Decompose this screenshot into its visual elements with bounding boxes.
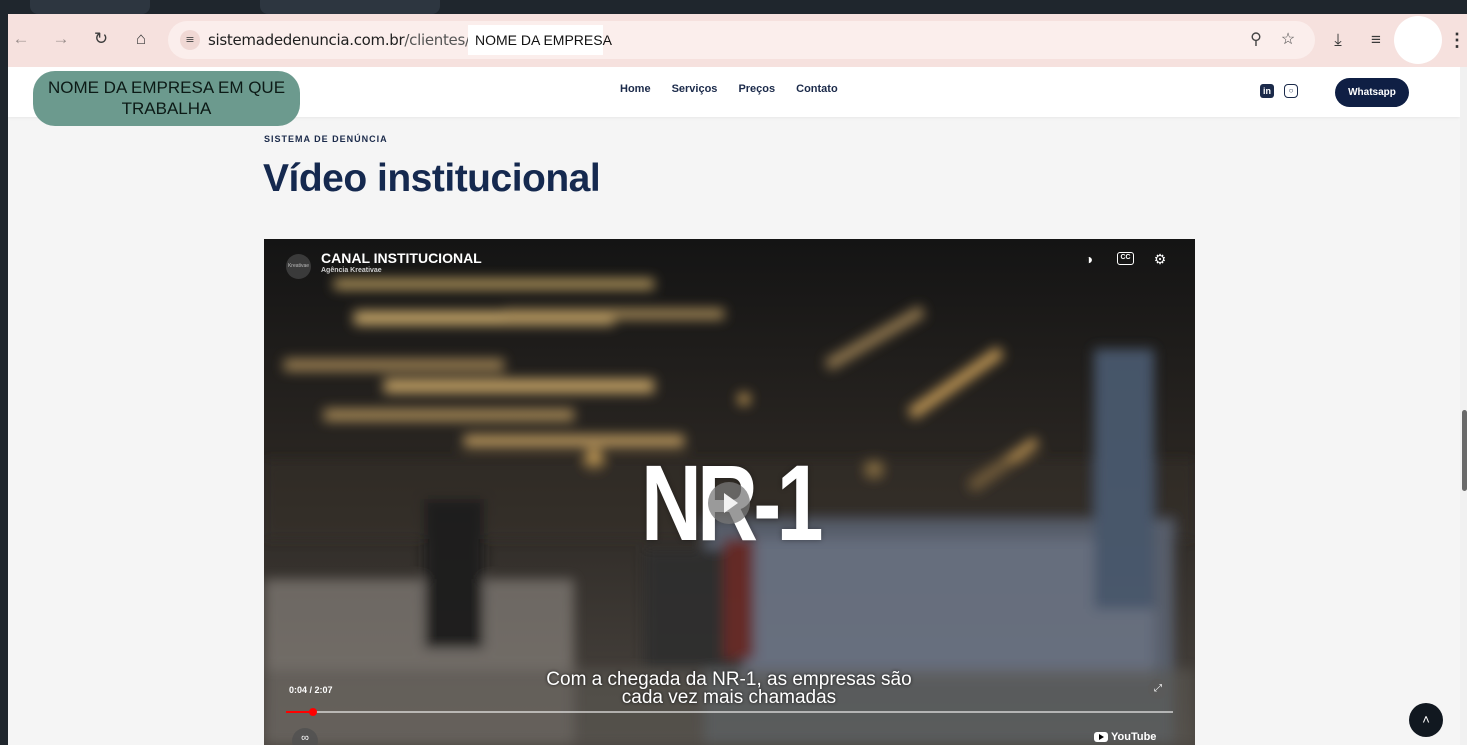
section-eyebrow: SISTEMA DE DENÚNCIA [264,134,388,144]
forward-icon[interactable]: → [50,28,72,50]
whatsapp-button[interactable]: Whatsapp [1335,78,1409,107]
nav-home[interactable]: Home [620,83,651,95]
audio-description-icon[interactable]: ◑ [1079,249,1099,269]
nav-precos[interactable]: Preços [738,83,775,95]
progress-scrubber[interactable] [308,708,317,716]
nav-contato[interactable]: Contato [796,83,838,95]
page-title: Vídeo institucional [263,157,601,200]
caption-line-2: cada vez mais chamadas [621,687,837,708]
scrollbar-thumb[interactable] [1462,410,1467,491]
play-button[interactable] [708,482,750,524]
instagram-icon[interactable]: ○ [1284,84,1298,98]
channel-subtitle: Agência Kreativae [321,267,382,274]
star-icon[interactable]: ☆ [1278,30,1298,50]
youtube-label: YouTube [1111,731,1157,743]
redaction-label: NOME DA EMPRESA [475,32,612,48]
kebab-menu-icon[interactable]: ⋮ [1448,28,1466,52]
youtube-play-icon [1094,732,1108,742]
nav-servicos[interactable]: Serviços [672,83,718,95]
play-icon [724,493,738,513]
home-icon[interactable]: ⌂ [130,28,152,50]
media-queue-icon[interactable]: ≡ [1364,28,1388,52]
scroll-to-top-button[interactable]: ˄ [1409,703,1443,737]
address-bar[interactable]: ≡ sistemadedenuncia.com.br/clientes/neu … [168,21,1315,59]
linkedin-icon[interactable]: in [1260,84,1274,98]
video-caption: Com a chegada da NR-1, as empresas são c… [504,670,954,708]
page-scrollbar[interactable] [1460,67,1467,745]
back-icon[interactable]: ← [10,28,32,50]
video-progress-bar[interactable] [286,708,1173,716]
tune-icon[interactable]: ≡ [180,30,200,50]
tab-strip [0,0,1467,14]
browser-toolbar: ← → ↻ ⌂ ≡ sistemadedenuncia.com.br/clien… [8,14,1467,67]
video-player[interactable]: Kreativae CANAL INSTITUCIONAL Agência Kr… [264,239,1195,745]
channel-name[interactable]: CANAL INSTITUCIONAL [321,250,482,266]
tab-active[interactable] [260,0,440,14]
url-text[interactable]: sistemadedenuncia.com.br/clientes/neu [208,31,497,49]
settings-gear-icon[interactable]: ⚙ [1150,249,1170,269]
reload-icon[interactable]: ↻ [90,28,112,50]
closed-captions-icon[interactable]: CC [1117,252,1134,265]
tab-inactive[interactable] [30,0,150,14]
channel-avatar[interactable]: Kreativae [286,254,311,279]
youtube-logo[interactable]: YouTube [1094,731,1156,743]
company-name-overlay: NOME DA EMPRESA EM QUE TRABALHA [33,71,300,126]
main-nav: Home Serviços Preços Contato [620,83,838,95]
fullscreen-icon[interactable]: ⤢ [1148,679,1168,699]
video-time: 0:04 / 2:07 [289,685,333,695]
page-viewport: Home Serviços Preços Contato in ○ Whatsa… [8,67,1460,745]
zoom-icon[interactable]: ⚲ [1246,30,1266,50]
profile-avatar[interactable] [1394,16,1442,64]
download-icon[interactable]: ⤓ [1326,28,1350,52]
